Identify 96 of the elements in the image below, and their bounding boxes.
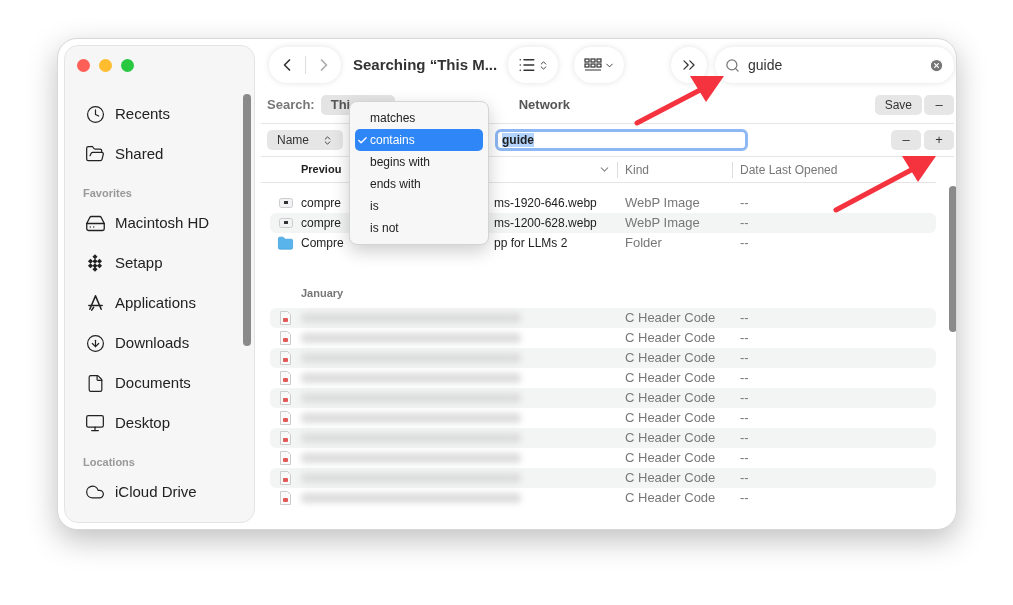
group-heading: January bbox=[300, 286, 345, 301]
menu-item[interactable]: is bbox=[355, 195, 483, 217]
clear-icon[interactable] bbox=[929, 57, 944, 73]
grid-icon bbox=[583, 58, 602, 72]
column-header[interactable]: Date Last Opened bbox=[733, 160, 838, 179]
kind-text: Folder bbox=[625, 234, 663, 253]
kind-text: C Header Code bbox=[625, 368, 717, 387]
date-text: -- bbox=[740, 368, 749, 387]
header-file-icon bbox=[280, 350, 291, 365]
date-text: -- bbox=[740, 428, 749, 447]
date-text: -- bbox=[740, 194, 749, 213]
kind-text: C Header Code bbox=[625, 428, 717, 447]
scrollbar-thumb[interactable] bbox=[243, 94, 251, 346]
column-header[interactable]: Kind bbox=[618, 160, 732, 179]
add-criterion-button[interactable]: + bbox=[924, 130, 954, 150]
more-button[interactable] bbox=[671, 47, 707, 83]
up-down-chevron-icon bbox=[322, 134, 333, 146]
sidebar-item[interactable]: Desktop bbox=[84, 403, 254, 443]
compass-tool-icon bbox=[85, 293, 105, 313]
file-name: compre bbox=[301, 216, 341, 230]
header-file-icon bbox=[280, 310, 291, 325]
list-view-button[interactable] bbox=[508, 47, 558, 83]
kind-text: WebP Image bbox=[625, 194, 701, 213]
menu-item[interactable]: ends with bbox=[355, 173, 483, 195]
header-file-icon bbox=[280, 390, 291, 405]
menu-item[interactable]: contains bbox=[355, 129, 483, 151]
date-text: -- bbox=[740, 348, 749, 367]
close-icon[interactable] bbox=[77, 59, 90, 72]
list-icon bbox=[517, 56, 536, 74]
file-name: Compre bbox=[301, 236, 344, 250]
search-label: Search: bbox=[267, 96, 315, 115]
search-icon bbox=[725, 57, 740, 73]
header-file-icon bbox=[280, 430, 291, 445]
download-icon bbox=[85, 333, 105, 353]
kind-text: C Header Code bbox=[625, 328, 717, 347]
kind-text: C Header Code bbox=[625, 448, 717, 467]
date-text: -- bbox=[740, 234, 749, 253]
kind-text: C Header Code bbox=[625, 468, 717, 487]
kind-text: C Header Code bbox=[625, 388, 717, 407]
diamond-grid-icon bbox=[86, 254, 104, 272]
kind-text: WebP Image bbox=[625, 214, 701, 233]
column-header[interactable]: Previou bbox=[301, 161, 342, 178]
scrollbar-thumb[interactable] bbox=[949, 186, 956, 332]
kind-text: C Header Code bbox=[625, 348, 717, 367]
scope-tab[interactable]: Network bbox=[508, 95, 580, 115]
sidebar-item[interactable]: Setapp bbox=[84, 243, 254, 283]
attribute-popup[interactable]: Name bbox=[267, 130, 343, 150]
search-field[interactable]: guide bbox=[715, 47, 954, 83]
sidebar-item[interactable]: Downloads bbox=[84, 323, 254, 363]
menu-item[interactable]: begins with bbox=[355, 151, 483, 173]
kind-text: C Header Code bbox=[625, 488, 717, 507]
kind-text: C Header Code bbox=[625, 408, 717, 427]
menu-item[interactable]: is not bbox=[355, 217, 483, 239]
header-file-icon bbox=[280, 470, 291, 485]
remove-button[interactable]: – bbox=[924, 95, 954, 115]
menu-item[interactable]: matches bbox=[355, 107, 483, 129]
header-file-icon bbox=[280, 450, 291, 465]
window-title: Searching “This M... bbox=[353, 54, 499, 75]
header-file-icon bbox=[280, 330, 291, 345]
display-icon bbox=[85, 413, 105, 433]
image-file-icon bbox=[278, 218, 293, 228]
file-name: pp for LLMs 2 bbox=[494, 235, 568, 252]
header-file-icon bbox=[280, 370, 291, 385]
sidebar-item[interactable]: iCloud Drive bbox=[84, 472, 254, 512]
date-text: -- bbox=[740, 328, 749, 347]
zoom-icon[interactable] bbox=[121, 59, 134, 72]
image-file-icon bbox=[278, 198, 293, 208]
file-name: ms-1920-646.webp bbox=[494, 195, 597, 212]
sidebar-item[interactable]: Macintosh HD bbox=[84, 203, 254, 243]
grid-view-button[interactable] bbox=[574, 47, 624, 83]
sidebar-heading: Favorites bbox=[83, 185, 133, 201]
remove-criterion-button[interactable]: – bbox=[891, 130, 921, 150]
clock-icon bbox=[85, 104, 105, 124]
sidebar-item[interactable]: Recents bbox=[84, 94, 254, 134]
date-text: -- bbox=[740, 448, 749, 467]
sidebar-item[interactable]: Shared bbox=[84, 134, 254, 174]
date-text: -- bbox=[740, 488, 749, 507]
sidebar-item[interactable]: Documents bbox=[84, 363, 254, 403]
file-name: compre bbox=[301, 196, 341, 210]
folder-icon bbox=[277, 234, 294, 252]
file-name: ms-1200-628.webp bbox=[494, 215, 597, 232]
kind-text: C Header Code bbox=[625, 308, 717, 327]
date-text: -- bbox=[740, 214, 749, 233]
date-text: -- bbox=[740, 308, 749, 327]
header-file-icon bbox=[280, 410, 291, 425]
sidebar-item[interactable]: Applications bbox=[84, 283, 254, 323]
criteria-field[interactable]: guide bbox=[495, 129, 748, 151]
folder-person-icon bbox=[85, 144, 105, 164]
checkmark-icon bbox=[357, 134, 368, 146]
minimize-icon[interactable] bbox=[99, 59, 112, 72]
save-button[interactable]: Save bbox=[874, 95, 922, 115]
sidebar-heading: Locations bbox=[83, 454, 136, 470]
date-text: -- bbox=[740, 408, 749, 427]
date-text: -- bbox=[740, 468, 749, 487]
header-file-icon bbox=[280, 490, 291, 505]
date-text: -- bbox=[740, 388, 749, 407]
